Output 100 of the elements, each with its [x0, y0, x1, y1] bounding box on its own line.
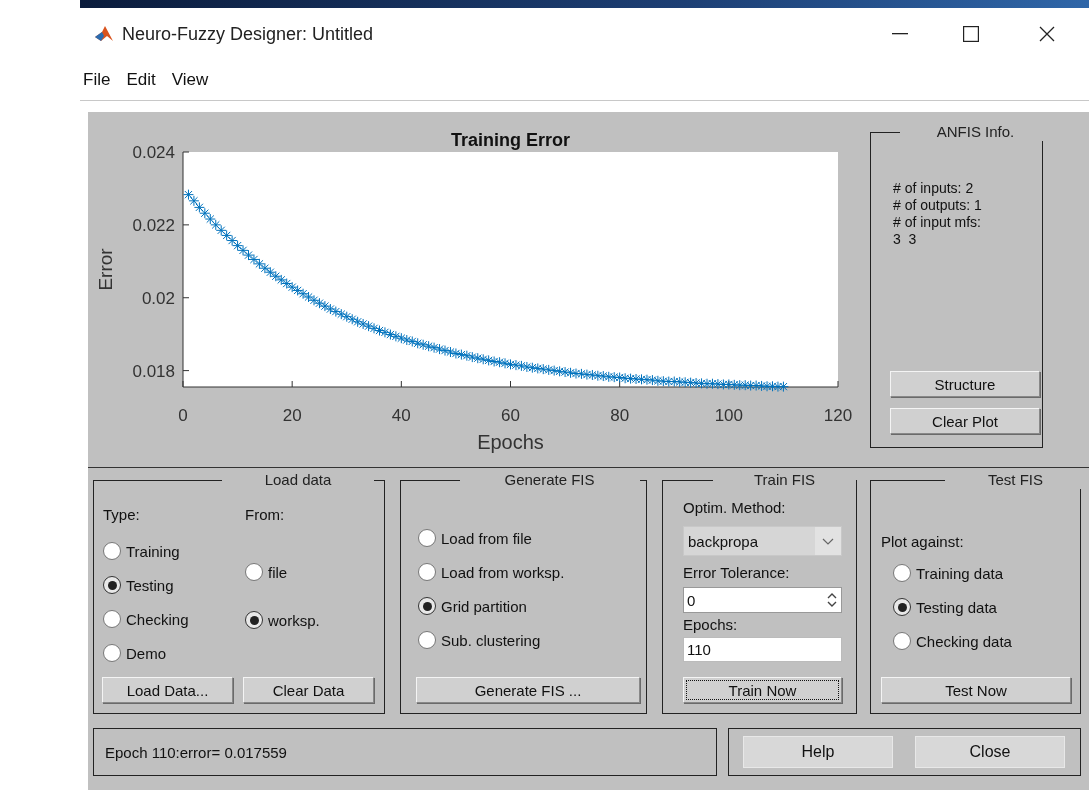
- radio-label[interactable]: Testing: [126, 576, 174, 594]
- data-point: [706, 378, 718, 390]
- data-point: [357, 318, 369, 330]
- method-dropdown[interactable]: backpropa: [683, 526, 842, 556]
- train-now-button[interactable]: Train Now: [683, 677, 842, 703]
- info-line: # of input mfs:: [893, 214, 982, 231]
- tick-label: 60: [501, 406, 520, 425]
- radio-button[interactable]: [245, 611, 263, 629]
- menu-item[interactable]: View: [170, 70, 210, 90]
- data-point: [603, 371, 615, 383]
- data-point: [472, 352, 484, 364]
- data-point: [614, 372, 626, 384]
- tick-label: 100: [714, 406, 743, 425]
- radio-label[interactable]: Load from worksp.: [441, 563, 565, 581]
- data-point: [636, 373, 647, 385]
- radio-label[interactable]: Checking: [126, 610, 189, 628]
- chevron-down-icon: [822, 537, 834, 545]
- field-label: Error Tolerance:: [683, 564, 791, 582]
- data-point: [297, 288, 309, 300]
- data-point: [188, 195, 200, 207]
- data-point: [243, 249, 254, 261]
- chart-title: Training Error: [451, 130, 570, 150]
- maximize-icon[interactable]: [963, 26, 979, 42]
- data-point: [532, 362, 544, 374]
- structure-button[interactable]: Structure: [890, 371, 1040, 397]
- panel-title: Train FIS: [752, 471, 817, 489]
- data-point: [608, 371, 620, 383]
- radio-button[interactable]: [245, 563, 263, 581]
- radio-button[interactable]: [103, 610, 121, 628]
- data-point: [750, 380, 762, 392]
- radio-label[interactable]: file: [268, 563, 288, 581]
- data-point: [619, 372, 631, 384]
- data-point: [226, 235, 238, 247]
- radio-label[interactable]: Grid partition: [441, 597, 527, 615]
- radio-button[interactable]: [103, 576, 121, 594]
- radio-label[interactable]: Training: [126, 542, 180, 560]
- spinner-icon: [827, 592, 837, 608]
- radio-button[interactable]: [103, 542, 121, 560]
- data-point: [712, 378, 724, 390]
- clear-data-button[interactable]: Clear Data: [243, 677, 374, 703]
- radio-button[interactable]: [893, 598, 911, 616]
- tolerance-field[interactable]: 0: [683, 587, 842, 613]
- data-point: [264, 266, 276, 278]
- data-point: [455, 349, 467, 361]
- radio-label[interactable]: Checking data: [916, 632, 1012, 650]
- radio-button[interactable]: [893, 564, 911, 582]
- data-point: [259, 262, 271, 274]
- data-point: [324, 303, 336, 315]
- epochs-field[interactable]: 110: [683, 637, 842, 662]
- data-point: [696, 377, 708, 389]
- data-point: [685, 377, 697, 389]
- menu-item[interactable]: Edit: [125, 70, 157, 90]
- field-label: Epochs:: [683, 616, 739, 634]
- data-point: [384, 329, 396, 341]
- data-point: [477, 353, 489, 365]
- test-now-button[interactable]: Test Now: [881, 677, 1071, 703]
- data-point: [494, 356, 506, 368]
- data-point: [701, 378, 713, 390]
- radio-button[interactable]: [418, 631, 436, 649]
- close-button[interactable]: Close: [915, 736, 1065, 768]
- data-point: [319, 300, 331, 312]
- data-point: [374, 325, 385, 337]
- data-point: [543, 364, 555, 376]
- data-point: [521, 361, 533, 373]
- radio-label[interactable]: Training data: [916, 564, 1003, 582]
- data-point: [193, 201, 205, 213]
- info-line: 3 3: [893, 231, 918, 248]
- data-point: [515, 360, 527, 372]
- close-icon[interactable]: [1039, 26, 1055, 42]
- radio-button[interactable]: [418, 529, 436, 547]
- data-point: [313, 297, 325, 309]
- minimize-icon[interactable]: [892, 33, 908, 35]
- data-point: [363, 320, 375, 332]
- data-point: [646, 374, 658, 386]
- data-point: [428, 342, 440, 354]
- data-point: [390, 330, 402, 342]
- data-point: [444, 346, 456, 358]
- help-button[interactable]: Help: [743, 736, 893, 768]
- clear-plot-button[interactable]: Clear Plot: [890, 408, 1040, 434]
- radio-label[interactable]: Demo: [126, 644, 166, 662]
- data-point: [182, 189, 194, 201]
- data-point: [767, 380, 778, 392]
- radio-button[interactable]: [418, 563, 436, 581]
- load-data-button[interactable]: Load Data...: [102, 677, 233, 703]
- data-point: [275, 274, 287, 286]
- radio-label[interactable]: Load from file: [441, 529, 532, 547]
- radio-button[interactable]: [103, 644, 121, 662]
- data-point: [199, 207, 211, 219]
- data-point: [401, 334, 413, 346]
- menu-item[interactable]: File: [82, 70, 112, 90]
- radio-button[interactable]: [418, 597, 436, 615]
- radio-label[interactable]: Sub. clustering: [441, 631, 541, 649]
- generate-fis-button[interactable]: Generate FIS ...: [416, 677, 640, 703]
- radio-label[interactable]: Testing data: [916, 598, 997, 616]
- panel-title: Generate FIS: [503, 471, 596, 489]
- radio-label[interactable]: worksp.: [268, 611, 320, 629]
- tick-label: 80: [610, 406, 630, 425]
- data-point: [341, 311, 353, 323]
- data-point: [423, 340, 435, 352]
- radio-button[interactable]: [893, 632, 911, 650]
